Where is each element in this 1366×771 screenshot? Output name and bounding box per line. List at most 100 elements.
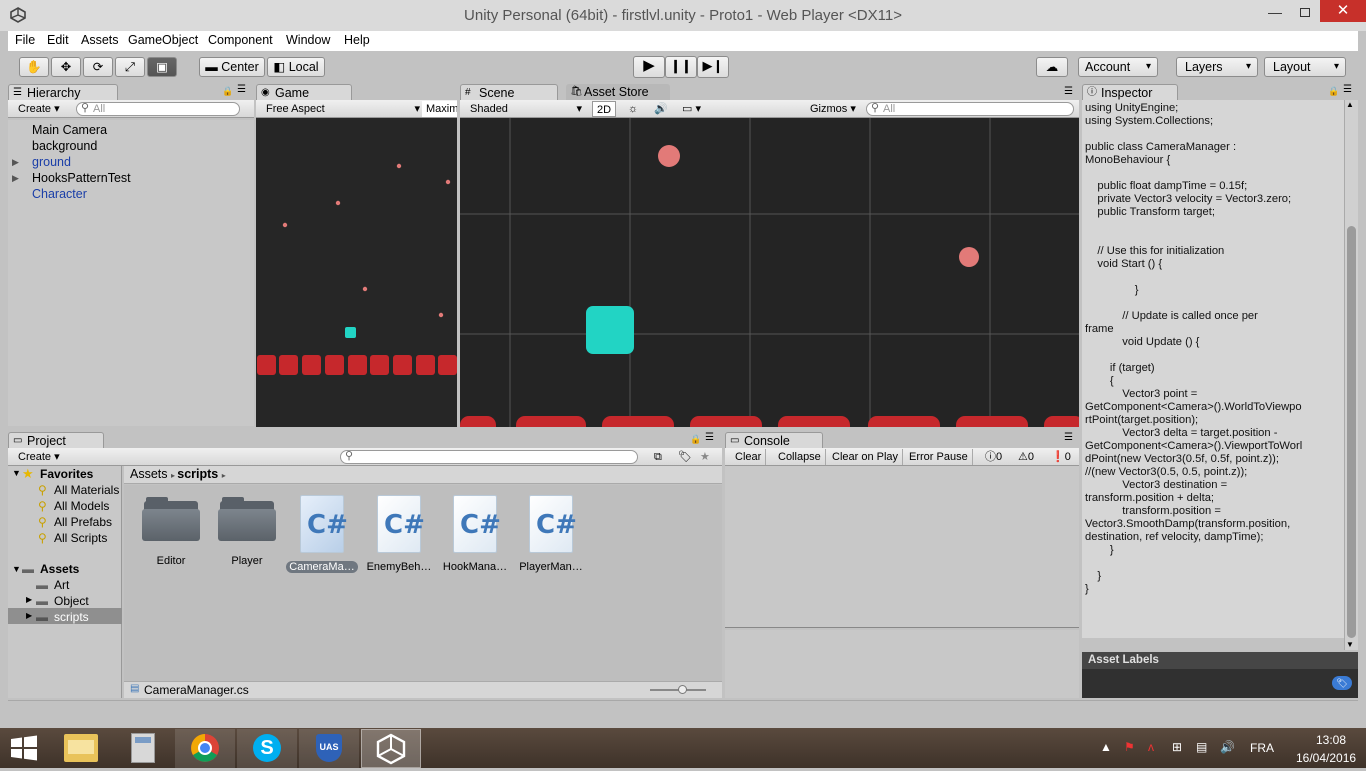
hierarchy-search-input[interactable]: All bbox=[76, 102, 240, 116]
step-button[interactable]: ▶❙ bbox=[697, 56, 729, 78]
console-collapse-button[interactable]: Collapse bbox=[774, 449, 826, 465]
aspect-dropdown[interactable]: Free Aspect ▾ bbox=[262, 101, 422, 117]
show-hidden-icons-icon[interactable]: ▲ bbox=[1100, 740, 1112, 754]
favorite-all-materials[interactable]: All Materials bbox=[54, 483, 119, 497]
gizmos-dropdown[interactable]: Gizmos ▾ bbox=[806, 101, 860, 117]
panel-menu-icon[interactable]: ☰ bbox=[1064, 432, 1073, 443]
pivot-center-button[interactable]: ▬ Center bbox=[199, 57, 265, 77]
scene-view[interactable] bbox=[460, 118, 1079, 427]
clock-date[interactable]: 16/04/2016 bbox=[1296, 751, 1356, 765]
move-tool-button[interactable]: ✥ bbox=[51, 57, 81, 77]
expand-arrow-icon[interactable]: ▼ bbox=[12, 468, 21, 478]
hierarchy-create-button[interactable]: Create ▾ bbox=[14, 101, 64, 117]
menu-component[interactable]: Component bbox=[208, 33, 273, 47]
favorites-header[interactable]: Favorites bbox=[40, 467, 93, 481]
favorite-star-icon[interactable]: ★ bbox=[696, 449, 714, 465]
game-view[interactable] bbox=[256, 118, 457, 427]
expand-arrow-icon[interactable]: ▶ bbox=[26, 595, 32, 604]
menu-window[interactable]: Window bbox=[286, 33, 330, 47]
hand-tool-button[interactable]: ✋ bbox=[19, 57, 49, 77]
lock-icon[interactable]: 🔒 bbox=[222, 86, 233, 97]
console-clear-on-play-button[interactable]: Clear on Play bbox=[828, 449, 904, 465]
rotate-tool-button[interactable]: ⟳ bbox=[83, 57, 113, 77]
lock-icon[interactable]: 🔒 bbox=[690, 434, 701, 445]
console-log-toggle[interactable]: ⓘ0 bbox=[981, 449, 1006, 465]
folder-art[interactable]: Art bbox=[54, 578, 69, 592]
lock-icon[interactable]: 🔒 bbox=[1328, 86, 1339, 97]
tab-project[interactable]: ▭ Project bbox=[8, 432, 104, 449]
windows-small-icon[interactable]: ⊞ bbox=[1172, 740, 1182, 754]
hierarchy-item-main-camera[interactable]: Main Camera bbox=[32, 123, 107, 137]
unity-taskbar-icon[interactable] bbox=[361, 729, 421, 768]
hierarchy-item-character[interactable]: Character bbox=[32, 187, 87, 201]
asset-script-enemybehaviour[interactable]: C# EnemyBeh… bbox=[363, 495, 435, 573]
minimize-button[interactable]: — bbox=[1262, 4, 1288, 24]
filter-type-icon[interactable]: ⧉ bbox=[650, 449, 666, 465]
hierarchy-item-ground[interactable]: ground bbox=[32, 155, 71, 169]
asset-folder-editor[interactable]: Editor bbox=[135, 495, 207, 567]
effects-icon[interactable]: ▭ ▾ bbox=[678, 101, 705, 117]
filter-label-icon[interactable]: 🏷 bbox=[674, 449, 696, 465]
scroll-down-icon[interactable]: ▼ bbox=[1346, 640, 1354, 649]
hierarchy-item-hookspatterntest[interactable]: HooksPatternTest bbox=[32, 171, 131, 185]
inspector-scrollbar[interactable]: ▲ ▼ bbox=[1344, 100, 1358, 650]
icon-size-slider[interactable] bbox=[650, 685, 706, 694]
folder-scripts[interactable]: scripts bbox=[54, 610, 89, 624]
panel-menu-icon[interactable]: ☰ bbox=[705, 432, 714, 443]
play-button[interactable]: ▶ bbox=[633, 56, 665, 78]
tray-icons[interactable]: ▲ ⚑ ᴧ ⊞ ▤ 🔊 bbox=[1100, 740, 1240, 758]
project-create-button[interactable]: Create ▾ bbox=[14, 449, 64, 465]
shading-dropdown[interactable]: Shaded ▾ bbox=[466, 101, 584, 117]
tab-console[interactable]: ▭ Console bbox=[725, 432, 823, 449]
start-button[interactable] bbox=[10, 735, 40, 761]
acrobat-icon[interactable]: ᴧ bbox=[1148, 740, 1154, 754]
console-error-toggle[interactable]: ❗0 bbox=[1047, 449, 1075, 465]
maximize-on-play-button[interactable]: Maxim bbox=[422, 101, 457, 117]
menu-assets[interactable]: Assets bbox=[81, 33, 119, 47]
console-log-area[interactable] bbox=[725, 466, 1079, 628]
clock-time[interactable]: 13:08 bbox=[1316, 733, 1346, 747]
tab-hierarchy[interactable]: ☰ Hierarchy bbox=[8, 84, 118, 101]
menu-edit[interactable]: Edit bbox=[47, 33, 69, 47]
shield-app-taskbar-icon[interactable]: UAS bbox=[299, 729, 359, 768]
breadcrumb-scripts[interactable]: scripts bbox=[177, 467, 218, 481]
favorite-all-prefabs[interactable]: All Prefabs bbox=[54, 515, 112, 529]
tab-game[interactable]: ◉ Game bbox=[256, 84, 352, 101]
asset-folder-player[interactable]: Player bbox=[211, 495, 283, 567]
console-error-pause-button[interactable]: Error Pause bbox=[905, 449, 973, 465]
pivot-local-button[interactable]: ◧ Local bbox=[267, 57, 325, 77]
hierarchy-item-background[interactable]: background bbox=[32, 139, 97, 153]
calculator-taskbar-icon[interactable] bbox=[131, 733, 155, 763]
volume-icon[interactable]: 🔊 bbox=[1220, 740, 1235, 754]
scene-search-input[interactable]: All bbox=[866, 102, 1074, 116]
input-language[interactable]: FRA bbox=[1250, 741, 1274, 755]
rect-tool-button[interactable]: ▣ bbox=[147, 57, 177, 77]
asset-script-playermanager[interactable]: C# PlayerMan… bbox=[515, 495, 587, 573]
chrome-taskbar-icon[interactable] bbox=[175, 729, 235, 768]
pause-button[interactable]: ❙❙ bbox=[665, 56, 697, 78]
project-search-input[interactable] bbox=[340, 450, 638, 464]
panel-menu-icon[interactable]: ☰ bbox=[1343, 84, 1352, 95]
scale-tool-button[interactable]: ⤢ bbox=[115, 57, 145, 77]
toggle-2d-button[interactable]: 2D bbox=[592, 101, 616, 117]
folder-object[interactable]: Object bbox=[54, 594, 89, 608]
tab-inspector[interactable]: ⓘ Inspector bbox=[1082, 84, 1178, 101]
expand-arrow-icon[interactable]: ▶ bbox=[12, 173, 19, 184]
expand-arrow-icon[interactable]: ▶ bbox=[26, 611, 32, 620]
flag-icon[interactable]: ⚑ bbox=[1124, 740, 1135, 754]
network-icon[interactable]: ▤ bbox=[1196, 740, 1207, 754]
scroll-up-icon[interactable]: ▲ bbox=[1346, 100, 1354, 109]
cloud-button[interactable]: ☁ bbox=[1036, 57, 1068, 77]
explorer-taskbar-icon[interactable] bbox=[64, 734, 98, 762]
breadcrumb-assets[interactable]: Assets bbox=[130, 467, 168, 481]
audio-icon[interactable]: 🔊 bbox=[650, 101, 672, 117]
tab-asset-store[interactable]: 🛍 Asset Store bbox=[566, 84, 670, 101]
asset-script-hookmanager[interactable]: C# HookMana… bbox=[439, 495, 511, 573]
console-clear-button[interactable]: Clear bbox=[731, 449, 767, 465]
layout-dropdown[interactable]: Layout bbox=[1264, 57, 1346, 77]
tag-icon[interactable]: 🏷 bbox=[1332, 676, 1352, 690]
panel-menu-icon[interactable]: ☰ bbox=[237, 84, 246, 95]
scroll-thumb[interactable] bbox=[1347, 226, 1356, 638]
maximize-button[interactable] bbox=[1292, 2, 1318, 22]
panel-menu-icon[interactable]: ☰ bbox=[1064, 86, 1073, 97]
